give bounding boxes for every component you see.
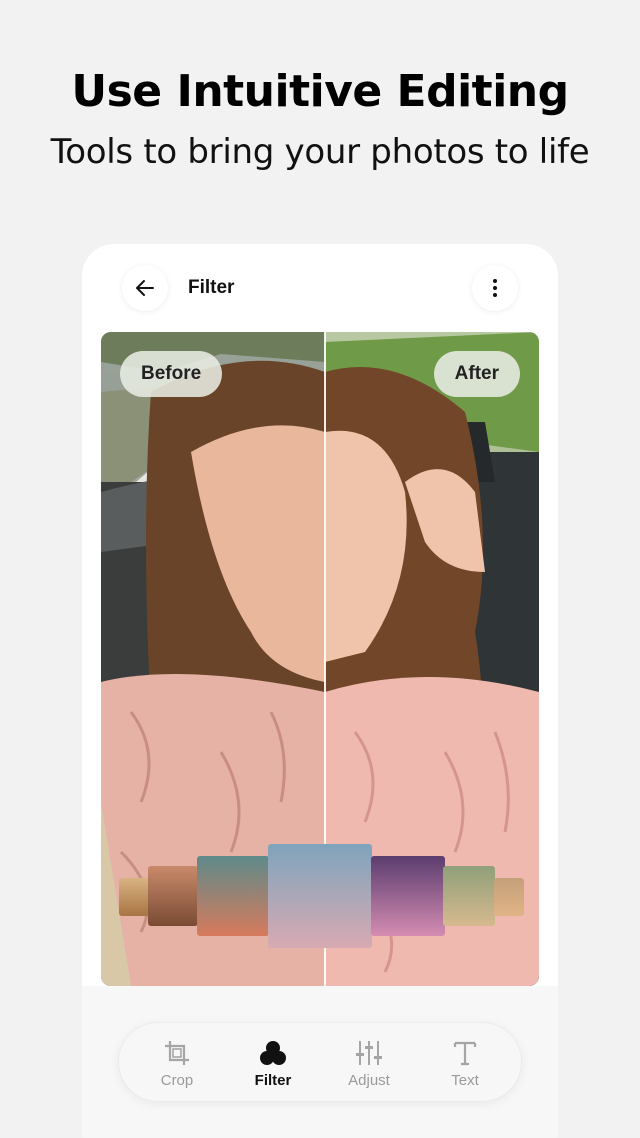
screen-title: Filter	[188, 277, 235, 298]
filter-thumb[interactable]	[197, 856, 269, 936]
filter-thumb[interactable]	[443, 866, 495, 926]
tool-filter[interactable]: Filter	[231, 1023, 315, 1103]
tool-crop[interactable]: Crop	[135, 1023, 219, 1103]
tool-label: Crop	[160, 1071, 194, 1089]
phone-screen: Filter Before After Crop Filter Adjust T…	[82, 244, 558, 1138]
tool-label: Text	[451, 1071, 479, 1089]
more-options-button[interactable]	[472, 265, 518, 311]
tool-text[interactable]: Text	[423, 1023, 507, 1103]
text-icon	[453, 1041, 477, 1065]
after-label: After	[433, 351, 520, 397]
photo-preview[interactable]: Before After	[101, 332, 539, 986]
sliders-icon	[356, 1040, 382, 1065]
filter-carousel	[101, 844, 539, 966]
tool-adjust[interactable]: Adjust	[327, 1023, 411, 1103]
filter-thumb-selected[interactable]	[268, 844, 372, 948]
tool-bar: Crop Filter Adjust Text	[118, 1022, 522, 1102]
filter-thumb[interactable]	[494, 878, 524, 916]
tool-label: Adjust	[348, 1071, 390, 1089]
filter-thumb[interactable]	[119, 878, 149, 916]
before-label: Before	[120, 351, 223, 397]
headline: Use Intuitive Editing	[71, 66, 569, 117]
more-vertical-icon	[493, 279, 497, 297]
crop-icon	[165, 1040, 189, 1065]
arrow-left-icon	[136, 280, 154, 296]
top-app-bar: Filter	[82, 244, 558, 332]
filter-icon	[260, 1040, 286, 1065]
filter-thumb[interactable]	[148, 866, 198, 926]
back-button[interactable]	[122, 265, 168, 311]
filter-thumb[interactable]	[371, 856, 445, 936]
subheadline: Tools to bring your photos to life	[50, 132, 590, 172]
bottom-panel: Crop Filter Adjust Text	[82, 986, 558, 1138]
tool-label: Filter	[254, 1071, 292, 1089]
